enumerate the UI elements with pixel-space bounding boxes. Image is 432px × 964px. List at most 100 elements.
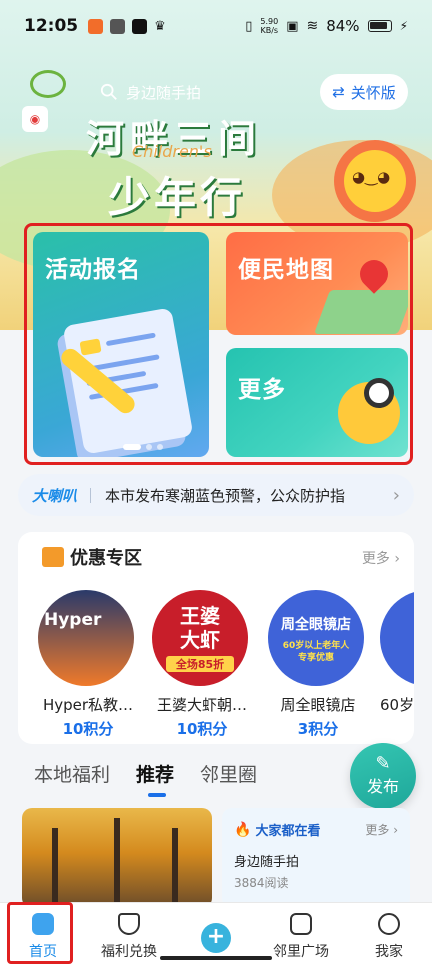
search-bar[interactable]: 身边随手拍 [100,78,290,106]
chevron-right-icon: › [393,823,398,837]
service-map-label: 便民地图 [238,257,334,283]
more-services-card[interactable]: 更多 [226,348,408,457]
trending-card[interactable]: 🔥 大家都在看 更多 › 身边随手拍 3884阅读 [222,808,410,908]
carousel-dot [157,444,163,450]
map-illustration [313,290,408,334]
deal-name: Hyper私教… [42,696,134,714]
deal-image-badge: 60岁以上老年人 专享优惠 [282,641,350,663]
charging-icon: ⚡ [399,19,408,33]
tab-local-benefits[interactable]: 本地福利 [34,760,110,787]
deal-image-text: 周全眼镜店 [281,617,351,633]
deal-item[interactable]: 周全眼镜店 60岁以上老年人 专享优惠 周全眼镜店 3积分 [268,590,368,739]
notification-app-icon [88,18,104,34]
tab-neighborhood[interactable]: 邻里圈 [200,760,257,787]
tree-trunk [52,828,58,908]
status-time: 12:05 [24,16,79,36]
tree-trunk [172,828,178,908]
map-pin-icon [354,254,394,294]
notification-app-icon [110,18,126,34]
trending-more-label: 更多 [365,823,390,837]
deal-image-text: 王婆 大虾 [180,604,220,652]
deal-image-text: Hyper [44,610,102,630]
banner-title-en: Children's [132,142,212,161]
vibrate-icon: ▯ [245,18,253,34]
deals-title: 优惠专区 [70,548,142,569]
tab-recommended[interactable]: 推荐 [136,760,174,797]
battery-icon [367,20,392,32]
sim-icon: ▣ [286,18,299,34]
deals-section: 优惠专区 更多 › Hyper Hyper私教… 10积分 王婆 大虾 全场85… [18,532,414,744]
bottom-navigation: 首页 福利兑换 + 邻里广场 我家 [0,902,432,964]
smile-icon [378,913,400,935]
quick-entry-panel: 活动报名 便民地图 更多 [24,223,413,465]
trending-item-reads: 3884阅读 [234,876,289,890]
doc-line [105,332,156,347]
document-illustration [62,307,194,455]
wifi-icon: ≋ [306,18,319,34]
trending-header: 🔥 大家都在看 更多 › [234,820,398,840]
switch-arrows-icon: ⇄ [332,83,345,101]
plus-icon[interactable]: + [201,923,231,953]
network-speed-unit: KB/s [260,26,279,35]
banner-title-line2: 少年行 [108,173,247,222]
app-badge-icon: ◉ [22,106,48,132]
deal-image: 王婆 大虾 全场85折 [152,590,248,686]
nav-home-label: 首页 [29,944,57,960]
deal-name: 周全眼镜店 [280,696,356,714]
deal-image: 周全眼镜店 60岁以上老年人 专享优惠 [268,590,364,686]
tiktok-icon [132,18,148,34]
deal-item[interactable]: 60岁 [380,590,414,715]
more-services-label: 更多 [238,377,286,403]
doc-line [79,338,102,356]
crown-icon: ♛ [154,18,166,34]
event-signup-label: 活动报名 [45,257,141,283]
chevron-right-icon: › [394,551,400,567]
trending-title: 大家都在看 [255,824,321,839]
deal-image-badge: 全场85折 [166,656,234,672]
magnifier-icon [364,378,394,408]
video-icon [290,913,312,935]
deal-points: 10积分 [62,720,114,738]
deal-points: 10积分 [176,720,228,738]
carousel-dot-active [123,444,141,450]
nav-neighborhood-label: 邻里广场 [273,944,329,960]
rewards-icon [118,913,140,935]
nav-my-home-label: 我家 [375,944,403,960]
deal-item[interactable]: 王婆 大虾 全场85折 王婆大虾朝… 10积分 [152,590,252,739]
nav-neighborhood-square[interactable]: 邻里广场 [258,909,344,961]
home-icon [32,913,54,935]
care-mode-label: 关怀版 [350,83,396,102]
announcement-bar[interactable]: 大喇叭 本市发布寒潮蓝色预警，公众防护指 › [18,474,414,516]
trending-more-link[interactable]: 更多 › [365,821,398,838]
network-speed-value: 5.90 [260,17,279,26]
nav-rewards[interactable]: 福利兑换 [86,909,172,961]
deal-item[interactable]: Hyper Hyper私教… 10积分 [38,590,138,739]
announcement-text: 本市发布寒潮蓝色预警，公众防护指 [105,486,346,505]
nav-my-home[interactable]: 我家 [346,909,432,961]
deals-icon [42,547,64,567]
app-logo-icon [30,70,66,98]
carousel-dot [146,444,152,450]
feed-photo[interactable] [22,808,212,908]
search-placeholder: 身边随手拍 [126,83,202,102]
deal-image [380,590,414,686]
service-map-card[interactable]: 便民地图 [226,232,408,335]
event-signup-card[interactable]: 活动报名 [33,232,209,457]
pencil-icon: ✎ [375,753,391,774]
flame-icon: 🔥 [234,821,252,838]
deal-points: 3积分 [297,720,339,738]
trending-item-title: 身边随手拍 [234,855,300,870]
deals-more-link[interactable]: 更多 › [362,548,400,568]
feed-tabs: 本地福利 推荐 邻里圈 [34,760,257,797]
deal-name: 王婆大虾朝… [156,696,247,714]
tree-trunk [114,818,120,908]
deal-name: 60岁 [380,696,414,714]
nav-home[interactable]: 首页 [0,909,86,961]
deal-image: Hyper [38,590,134,686]
deals-more-label: 更多 [361,551,390,567]
publish-button[interactable]: ✎ 发布 [350,743,416,809]
announcement-tag: 大喇叭 [32,485,92,506]
publish-label: 发布 [366,777,399,796]
care-mode-button[interactable]: ⇄ 关怀版 [320,74,408,110]
battery-percent: 84% [326,17,360,35]
